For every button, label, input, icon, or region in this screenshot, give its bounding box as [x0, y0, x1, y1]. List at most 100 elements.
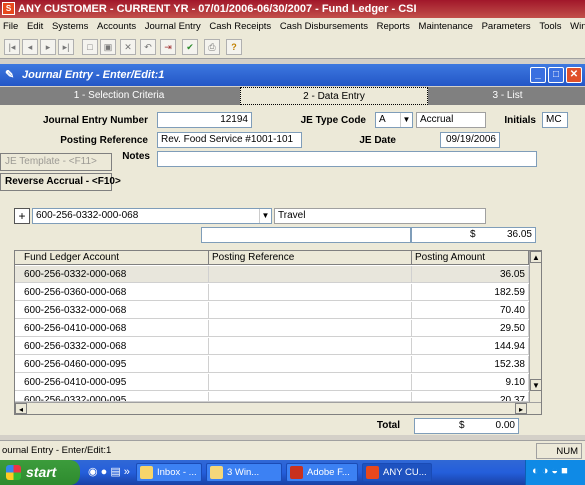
table-row[interactable]: 600-256-0332-000-068 144.94 — [15, 338, 529, 355]
menu-file[interactable]: File — [3, 18, 18, 35]
column-header-posting-amount[interactable]: Posting Amount — [412, 251, 529, 265]
table-row[interactable]: 600-256-0332-000-068 36.05 — [15, 266, 529, 283]
chevron-down-icon[interactable]: ▼ — [400, 113, 412, 127]
menu-cash-receipts[interactable]: Cash Receipts — [209, 18, 271, 35]
close-button[interactable]: ✕ — [566, 67, 582, 83]
last-record-icon[interactable]: ▸| — [58, 39, 74, 55]
exit-icon[interactable]: ⇥ — [160, 39, 176, 55]
menu-reports[interactable]: Reports — [377, 18, 410, 35]
menu-accounts[interactable]: Accounts — [97, 18, 136, 35]
posting-reference-label: Posting Reference — [60, 135, 148, 146]
je-number-label: Journal Entry Number — [42, 115, 148, 126]
je-number-field[interactable]: 12194 — [157, 112, 252, 128]
taskbar-item-windows[interactable]: 3 Win... — [206, 463, 282, 482]
child-window-title-bar[interactable]: ✎ Journal Entry - Enter/Edit:1 _ □ ✕ — [0, 64, 585, 86]
tray-icons[interactable]: ◐ ◑ ◒ ■ — [532, 465, 568, 477]
print-icon[interactable]: ⎙ — [204, 39, 220, 55]
tab-data-entry[interactable]: 2 - Data Entry — [240, 87, 428, 105]
column-header-account[interactable]: Fund Ledger Account — [21, 251, 209, 265]
menu-tools[interactable]: Tools — [539, 18, 561, 35]
entry-posting-reference-field[interactable] — [201, 227, 411, 243]
menu-cash-disbursements[interactable]: Cash Disbursements — [280, 18, 368, 35]
row-account: 600-256-0460-000-095 — [21, 356, 209, 373]
posting-reference-field[interactable]: Rev. Food Service #1001-101 — [157, 132, 302, 148]
scroll-right-icon[interactable]: ▸ — [515, 403, 527, 414]
taskbar-item-label: Adobe F... — [307, 467, 350, 478]
post-icon[interactable]: ✔ — [182, 39, 198, 55]
account-select[interactable]: 600-256-0332-000-068 ▼ — [32, 208, 272, 224]
add-line-icon[interactable]: + — [14, 208, 30, 224]
column-header-posting-reference[interactable]: Posting Reference — [209, 251, 412, 265]
minimize-button[interactable]: _ — [530, 67, 546, 83]
tab-selection-criteria[interactable]: 1 - Selection Criteria — [0, 87, 238, 105]
menu-maintenance[interactable]: Maintenance — [419, 18, 473, 35]
menu-journal-entry[interactable]: Journal Entry — [145, 18, 201, 35]
taskbar-item-label: 3 Win... — [227, 467, 260, 478]
scroll-up-icon[interactable]: ▲ — [530, 251, 541, 263]
status-text: ournal Entry - Enter/Edit:1 — [2, 445, 112, 456]
first-record-icon[interactable]: |◂ — [4, 39, 20, 55]
previous-record-icon[interactable]: ◂ — [22, 39, 38, 55]
windows-logo-icon — [6, 465, 21, 480]
chevron-down-icon[interactable]: ▼ — [259, 209, 271, 223]
row-account: 600-256-0360-000-068 — [21, 284, 209, 301]
app-title-bar[interactable]: S ANY CUSTOMER - CURRENT YR - 07/01/2006… — [0, 0, 585, 18]
row-posting-reference — [209, 320, 412, 337]
num-lock-indicator: NUM — [536, 443, 582, 459]
quick-launch-icons[interactable]: ◉ ● ▤ » — [88, 465, 130, 478]
row-posting-reference — [209, 392, 412, 401]
delete-icon[interactable]: ✕ — [120, 39, 136, 55]
tab-list[interactable]: 3 - List — [430, 87, 585, 105]
folder-icon — [210, 466, 223, 479]
child-window-title: Journal Entry - Enter/Edit:1 — [22, 69, 165, 81]
taskbar-item-any-customer[interactable]: ANY CU... — [362, 463, 432, 482]
start-button[interactable]: start — [0, 460, 80, 485]
table-row[interactable]: 600-256-0460-000-095 152.38 — [15, 356, 529, 373]
start-label: start — [26, 464, 57, 480]
table-row[interactable]: 600-256-0360-000-068 182.59 — [15, 284, 529, 301]
table-row[interactable]: 600-256-0410-000-068 29.50 — [15, 320, 529, 337]
menu-edit[interactable]: Edit — [27, 18, 43, 35]
row-posting-amount: 20.37 — [412, 392, 529, 401]
table-row[interactable]: 600-256-0410-000-095 9.10 — [15, 374, 529, 391]
horizontal-scrollbar[interactable]: ◂ ▸ — [15, 402, 541, 414]
next-record-icon[interactable]: ▸ — [40, 39, 56, 55]
table-row[interactable]: 600-256-0332-000-095 20.37 — [15, 392, 529, 402]
notes-field[interactable] — [157, 151, 537, 167]
menu-window[interactable]: Window — [570, 18, 585, 35]
maximize-button[interactable]: □ — [548, 67, 564, 83]
new-icon[interactable]: □ — [82, 39, 98, 55]
initials-field[interactable]: MC — [542, 112, 568, 128]
row-account: 600-256-0332-000-068 — [21, 266, 209, 283]
table-row[interactable]: 600-256-0332-000-068 70.40 — [15, 302, 529, 319]
reverse-accrual-button[interactable]: Reverse Accrual - <F10> — [0, 173, 121, 191]
row-posting-amount: 29.50 — [412, 320, 529, 337]
taskbar-item-adobe[interactable]: Adobe F... — [286, 463, 358, 482]
journal-lines-grid[interactable]: Fund Ledger Account Posting Reference Po… — [14, 250, 542, 415]
row-posting-amount: 144.94 — [412, 338, 529, 355]
row-posting-amount: 70.40 — [412, 302, 529, 319]
entry-currency: $ — [470, 229, 476, 240]
system-tray[interactable]: ◐ ◑ ◒ ■ — [525, 460, 585, 485]
status-bar: ournal Entry - Enter/Edit:1 NUM — [0, 440, 585, 460]
row-posting-amount: 36.05 — [412, 266, 529, 283]
row-account: 600-256-0410-000-095 — [21, 374, 209, 391]
help-icon[interactable]: ? — [226, 39, 242, 55]
je-type-select[interactable]: A ▼ — [375, 112, 413, 128]
je-template-button[interactable]: JE Template - <F11> — [0, 153, 112, 171]
taskbar-item-inbox[interactable]: Inbox - ... — [136, 463, 202, 482]
undo-icon[interactable]: ↶ — [140, 39, 156, 55]
scroll-down-icon[interactable]: ▼ — [530, 379, 541, 391]
row-posting-reference — [209, 374, 412, 391]
entry-amount-field[interactable]: $ 36.05 — [411, 227, 536, 243]
grid-header: Fund Ledger Account Posting Reference Po… — [15, 251, 541, 265]
je-date-field[interactable]: 09/19/2006 — [440, 132, 500, 148]
app-icon — [366, 466, 379, 479]
vertical-scrollbar[interactable]: ▲ ▼ — [529, 251, 541, 402]
scroll-left-icon[interactable]: ◂ — [15, 403, 27, 414]
row-account: 600-256-0410-000-068 — [21, 320, 209, 337]
menu-parameters[interactable]: Parameters — [482, 18, 531, 35]
save-icon[interactable]: ▣ — [100, 39, 116, 55]
menu-systems[interactable]: Systems — [52, 18, 88, 35]
total-value: 0.00 — [495, 420, 515, 431]
